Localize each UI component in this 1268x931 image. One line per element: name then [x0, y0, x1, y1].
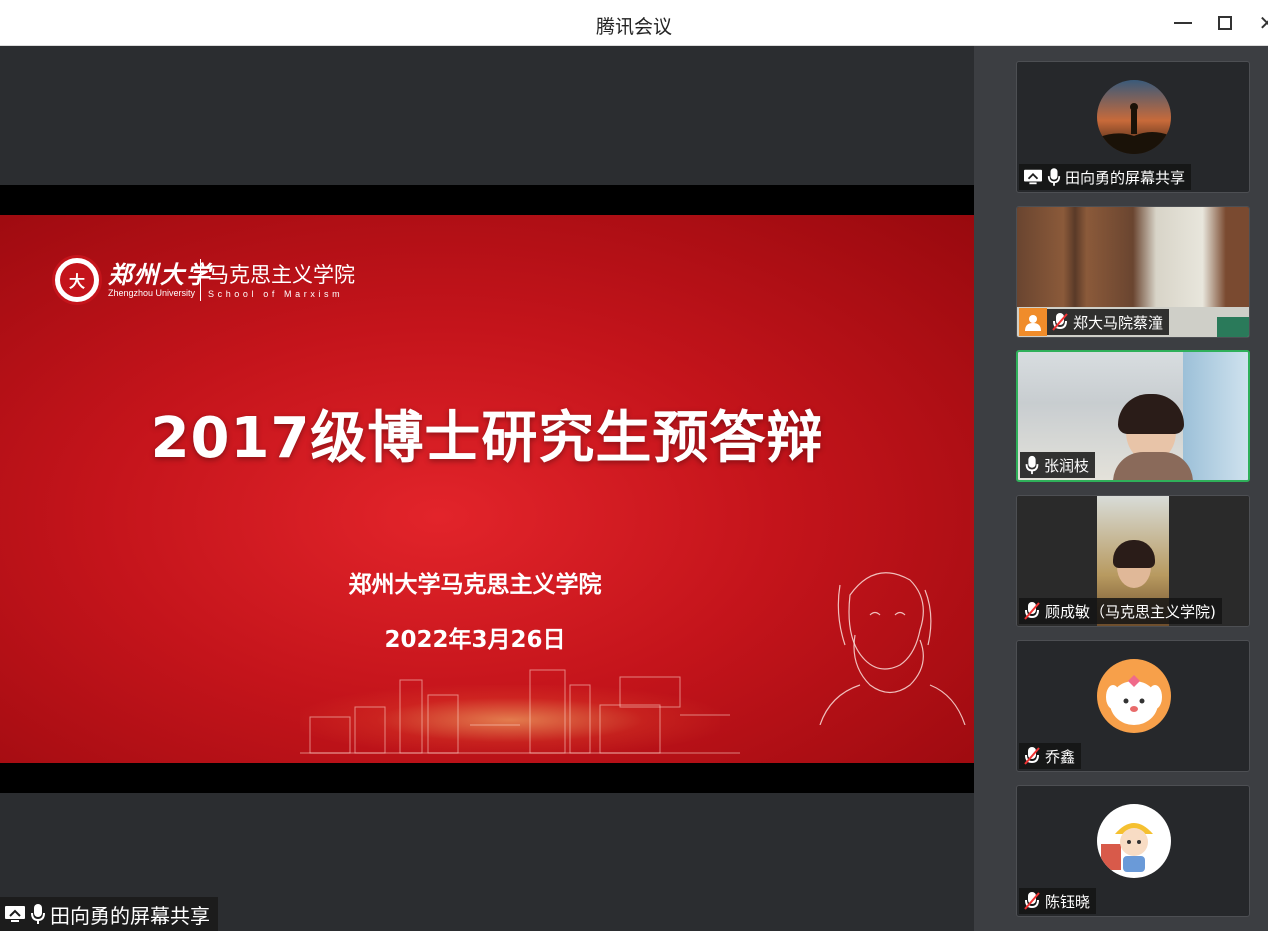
close-icon: ✕ [1258, 11, 1268, 35]
participant-name-tag: 顾成敏（马克思主义学院) [1019, 598, 1222, 624]
university-name-cn: 郑州大学 [108, 260, 212, 289]
university-name-en: Zhengzhou University [108, 288, 196, 298]
participant-tile[interactable]: 张润枝 [1016, 350, 1250, 482]
participant-tile[interactable]: 顾成敏（马克思主义学院) [1016, 495, 1250, 627]
participant-name-tag: 乔鑫 [1019, 743, 1082, 769]
letterbox-top [0, 185, 974, 215]
letterbox-bottom [0, 763, 974, 793]
school-name-cn: 马克思主义学院 [208, 263, 355, 287]
maximize-button[interactable] [1210, 8, 1240, 38]
university-emblem-icon: 大 [52, 255, 102, 305]
participant-name-tag: 张润枝 [1020, 452, 1096, 478]
participant-name: 陈钰晓 [1045, 892, 1091, 911]
participant-name-tag: 田向勇的屏幕共享 [1019, 164, 1192, 190]
participant-tile[interactable]: 乔鑫 [1016, 640, 1250, 772]
logo-divider [200, 259, 201, 301]
minimize-button[interactable] [1168, 8, 1198, 38]
participant-name: 张润枝 [1044, 456, 1090, 475]
microphone-muted-icon [1023, 601, 1041, 621]
participant-name: 郑大马院蔡潼 [1073, 313, 1164, 332]
participant-avatar [1097, 659, 1171, 733]
participant-avatar [1097, 80, 1171, 154]
screen-share-label[interactable]: 田向勇的屏幕共享 [0, 897, 218, 931]
slide-title: 2017级博士研究生预答辩 [150, 406, 824, 471]
participant-avatar [1097, 804, 1171, 878]
shared-screen-stage: 大 郑州大学 Zhengzhou University 马克思主义学院 Scho… [0, 46, 974, 931]
participant-name: 田向勇的屏幕共享 [1065, 168, 1186, 187]
school-name-en: School of Marxism [208, 289, 344, 299]
participant-name-tag: 郑大马院蔡潼 [1019, 308, 1170, 336]
campus-skyline-illustration [300, 669, 740, 754]
participant-tile[interactable]: 田向勇的屏幕共享 [1016, 61, 1250, 193]
participant-name-tag: 陈钰晓 [1019, 888, 1097, 914]
cartoon-dog-icon [1106, 675, 1162, 725]
maximize-icon [1218, 16, 1232, 30]
microphone-icon [1047, 167, 1061, 187]
user-icon [1019, 308, 1047, 336]
microphone-muted-icon [1051, 312, 1069, 332]
cartoon-girl-icon [1101, 823, 1153, 872]
microphone-icon [1024, 455, 1040, 475]
close-button[interactable]: ✕ [1252, 8, 1268, 38]
microphone-muted-icon [1023, 746, 1041, 766]
minimize-icon [1174, 22, 1192, 24]
screen-share-label-text: 田向勇的屏幕共享 [50, 903, 210, 928]
window-titlebar: 腾讯会议 ✕ [0, 0, 1268, 46]
window-title: 腾讯会议 [595, 16, 672, 38]
microphone-icon [30, 903, 46, 925]
screen-share-icon [1023, 168, 1043, 186]
participant-name: 乔鑫 [1045, 747, 1076, 766]
silhouette-icon [1097, 103, 1171, 154]
microphone-muted-icon [1023, 891, 1041, 911]
participant-tile[interactable]: 陈钰晓 [1016, 785, 1250, 917]
presentation-slide: 大 郑州大学 Zhengzhou University 马克思主义学院 Scho… [0, 215, 974, 763]
participant-tile[interactable]: 郑大马院蔡潼 [1016, 206, 1250, 338]
participant-name: 顾成敏（马克思主义学院) [1045, 602, 1216, 621]
marx-portrait-illustration [819, 572, 966, 725]
screen-share-icon [4, 904, 26, 924]
